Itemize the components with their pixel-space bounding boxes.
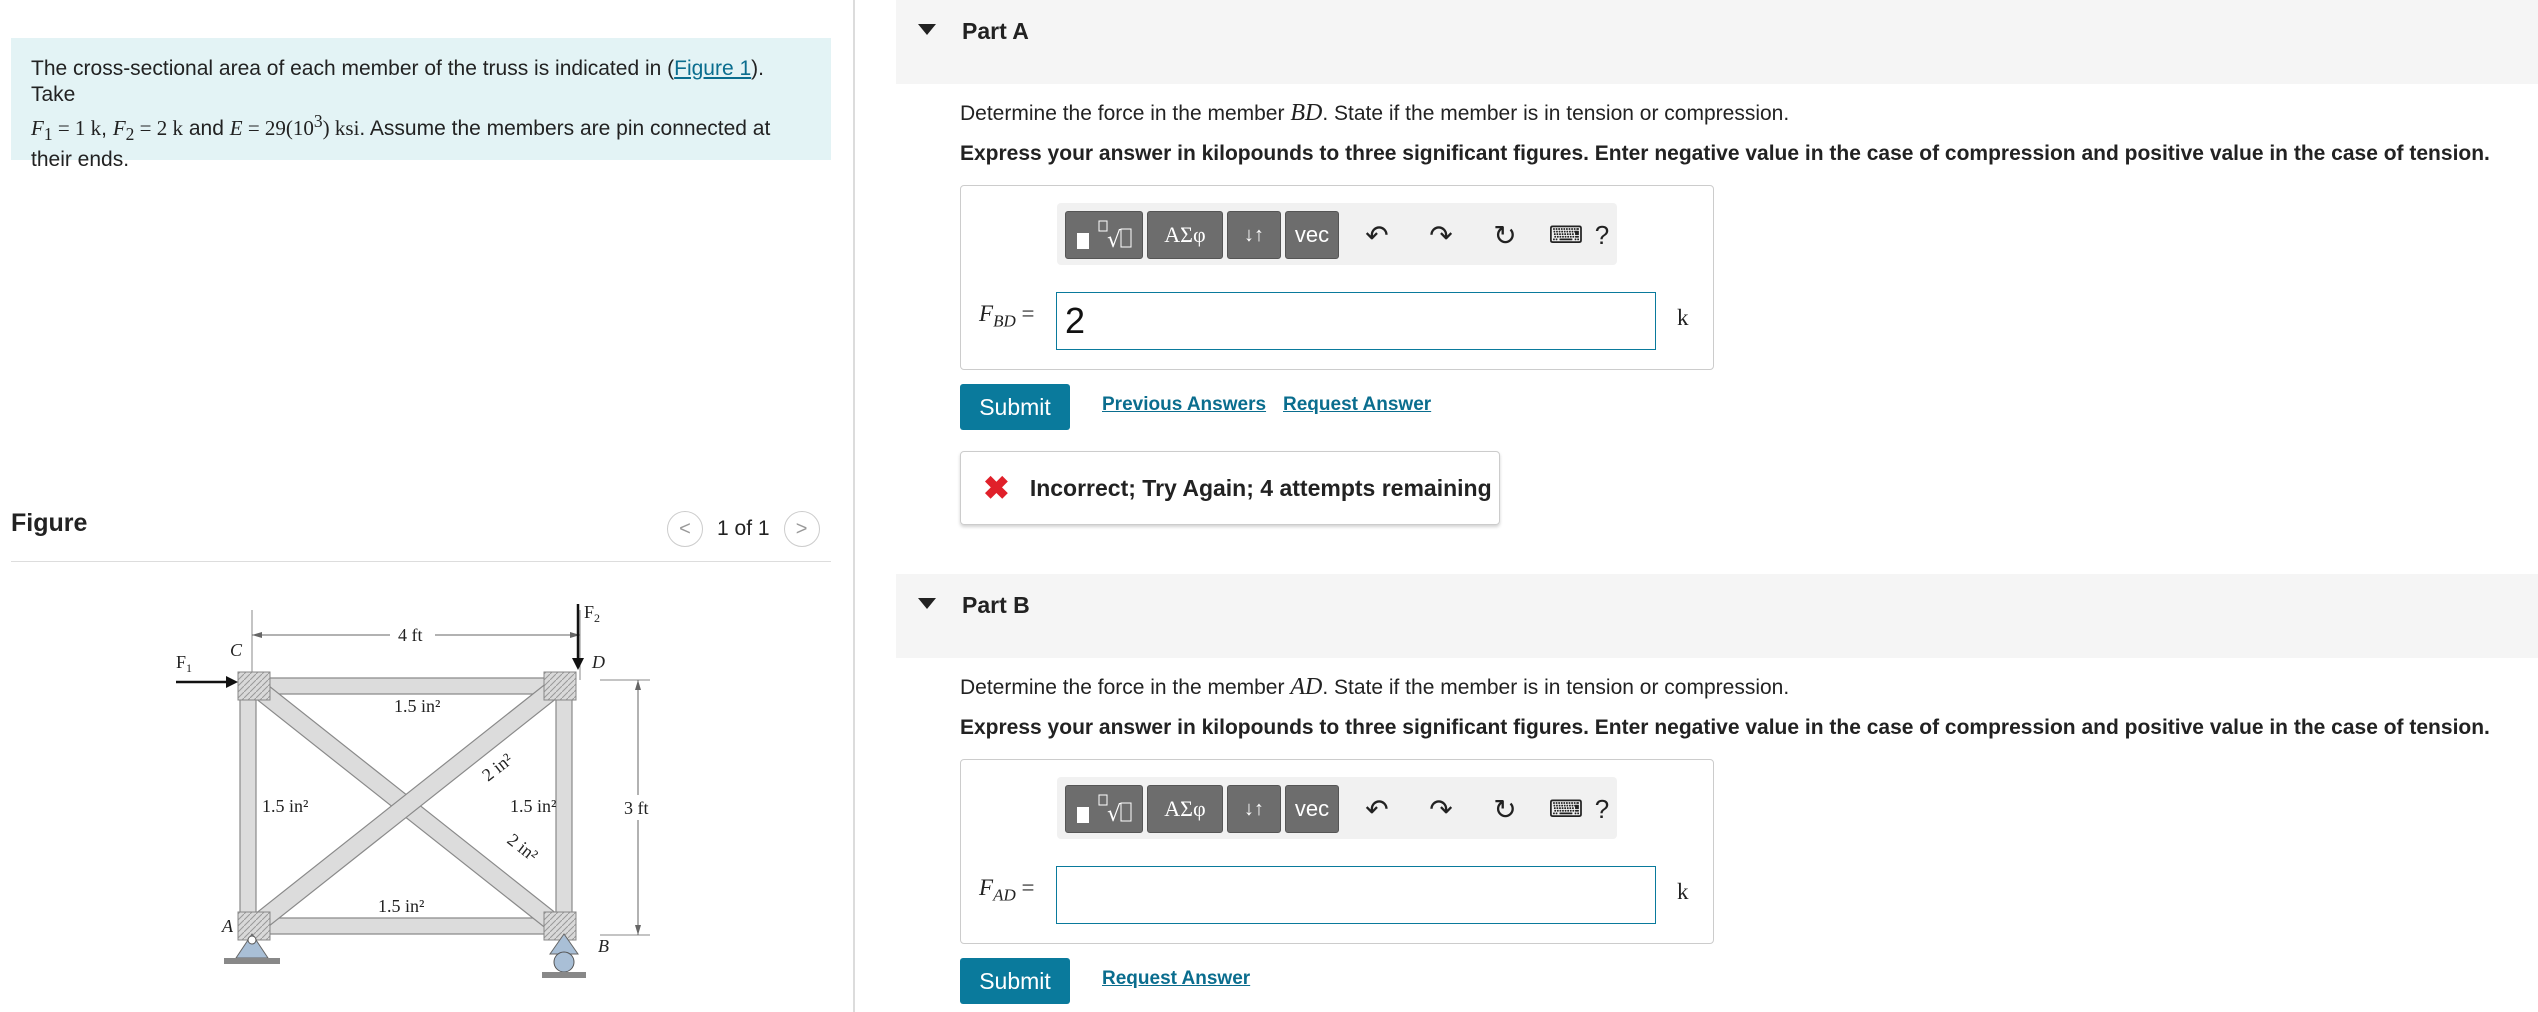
help-button[interactable]: ? — [1587, 211, 1617, 259]
undo-icon[interactable]: ↶ — [1357, 785, 1397, 833]
label-f2: F2 — [584, 602, 600, 625]
part-a-answer-box: √ ΑΣφ ↓↑ vec ↶ ↷ ↻ ⌨ ? FBD = k — [960, 185, 1714, 370]
truss-figure: F1 F2 C D A B 4 ft 3 ft 1.5 in² 1.5 in² … — [176, 602, 650, 978]
updown-arrows-icon: ↓↑ — [1244, 797, 1264, 820]
fraction-sqrt-icon: √ — [1077, 794, 1132, 827]
part-b-instruction: Express your answer in kilopounds to thr… — [960, 716, 2490, 739]
part-b-variable-label: FAD = — [979, 875, 1035, 905]
reset-icon[interactable]: ↻ — [1485, 785, 1525, 833]
label-b: B — [598, 936, 609, 956]
vector-button[interactable]: vec — [1285, 211, 1339, 259]
member-ab — [239, 917, 573, 935]
template-button[interactable]: √ — [1065, 785, 1143, 833]
figure-link[interactable]: Figure 1 — [674, 57, 751, 80]
part-a-unit: k — [1677, 305, 1689, 330]
subscript-superscript-button[interactable]: ↓↑ — [1227, 785, 1281, 833]
part-b-question: Determine the force in the member AD. St… — [960, 674, 1790, 700]
collapse-triangle-icon[interactable] — [918, 24, 936, 35]
figure-page-indicator: 1 of 1 — [717, 517, 770, 540]
math-toolbar: √ ΑΣφ ↓↑ vec ↶ ↷ ↻ ⌨ ? — [1057, 203, 1617, 265]
subscript-superscript-button[interactable]: ↓↑ — [1227, 211, 1281, 259]
keyboard-icon[interactable]: ⌨ — [1541, 785, 1591, 833]
part-b-title: Part B — [962, 592, 1030, 618]
label-a: A — [221, 916, 234, 936]
redo-icon[interactable]: ↷ — [1421, 211, 1461, 259]
svg-text:√: √ — [1107, 228, 1122, 253]
error-x-icon: ✖ — [983, 470, 1010, 506]
area-right: 1.5 in² — [510, 796, 556, 816]
label-c: C — [230, 640, 243, 660]
part-a-request-answer-link[interactable]: Request Answer — [1283, 394, 1431, 416]
part-a-question: Determine the force in the member BD. St… — [960, 100, 1790, 126]
dim-4ft: 4 ft — [398, 625, 423, 645]
pin-support-a — [224, 933, 280, 964]
keyboard-icon[interactable]: ⌨ — [1541, 211, 1591, 259]
feedback-message: ✖ Incorrect; Try Again; 4 attempts remai… — [960, 451, 1500, 525]
part-b-header[interactable]: Part B — [896, 574, 2538, 658]
part-a-variable-label: FBD = — [979, 301, 1035, 331]
part-b-answer-box: √ ΑΣφ ↓↑ vec ↶ ↷ ↻ ⌨ ? FAD = k — [960, 759, 1714, 944]
part-a-header[interactable]: Part A — [896, 0, 2538, 84]
member-ac — [239, 677, 257, 935]
template-button[interactable]: √ — [1065, 211, 1143, 259]
redo-icon[interactable]: ↷ — [1421, 785, 1461, 833]
greek-symbols-button[interactable]: ΑΣφ — [1147, 785, 1223, 833]
part-a-title: Part A — [962, 18, 1029, 44]
updown-arrows-icon: ↓↑ — [1244, 223, 1264, 246]
roller-support-b — [542, 933, 586, 978]
column-divider — [853, 0, 855, 1012]
greek-symbols-button[interactable]: ΑΣφ — [1147, 211, 1223, 259]
dim-3ft: 3 ft — [624, 798, 649, 818]
part-b-request-answer-link[interactable]: Request Answer — [1102, 968, 1250, 990]
math-toolbar: √ ΑΣφ ↓↑ vec ↶ ↷ ↻ ⌨ ? — [1057, 777, 1617, 839]
area-left: 1.5 in² — [262, 796, 308, 816]
figure-next-button[interactable]: > — [783, 511, 820, 547]
undo-icon[interactable]: ↶ — [1357, 211, 1397, 259]
problem-statement: The cross-sectional area of each member … — [11, 38, 831, 171]
figure-divider — [11, 561, 831, 562]
part-b-submit-button[interactable]: Submit — [960, 958, 1070, 1004]
area-diag-cb: 2 in² — [504, 829, 542, 865]
part-b-answer-input[interactable] — [1056, 866, 1656, 924]
member-bd — [555, 677, 573, 935]
feedback-text: Incorrect; Try Again; 4 attempts remaini… — [1029, 474, 1492, 501]
label-f1: F1 — [176, 652, 192, 675]
fraction-sqrt-icon: √ — [1077, 220, 1132, 253]
help-button[interactable]: ? — [1587, 785, 1617, 833]
part-a-answer-input[interactable] — [1056, 292, 1656, 350]
part-a-submit-button[interactable]: Submit — [960, 384, 1070, 430]
area-bottom: 1.5 in² — [378, 896, 424, 916]
figure-prev-button[interactable]: < — [667, 511, 703, 547]
previous-answers-link[interactable]: Previous Answers — [1102, 394, 1266, 416]
part-a-instruction: Express your answer in kilopounds to thr… — [960, 142, 2490, 165]
figure-title: Figure — [11, 509, 88, 537]
reset-icon[interactable]: ↻ — [1485, 211, 1525, 259]
svg-text:√: √ — [1107, 802, 1122, 827]
collapse-triangle-icon[interactable] — [918, 598, 936, 609]
member-cd — [239, 677, 573, 695]
area-top: 1.5 in² — [394, 696, 440, 716]
label-d: D — [591, 652, 605, 672]
figure-pager: < 1 of 1 > — [667, 511, 820, 547]
vector-button[interactable]: vec — [1285, 785, 1339, 833]
part-b-unit: k — [1677, 879, 1689, 904]
